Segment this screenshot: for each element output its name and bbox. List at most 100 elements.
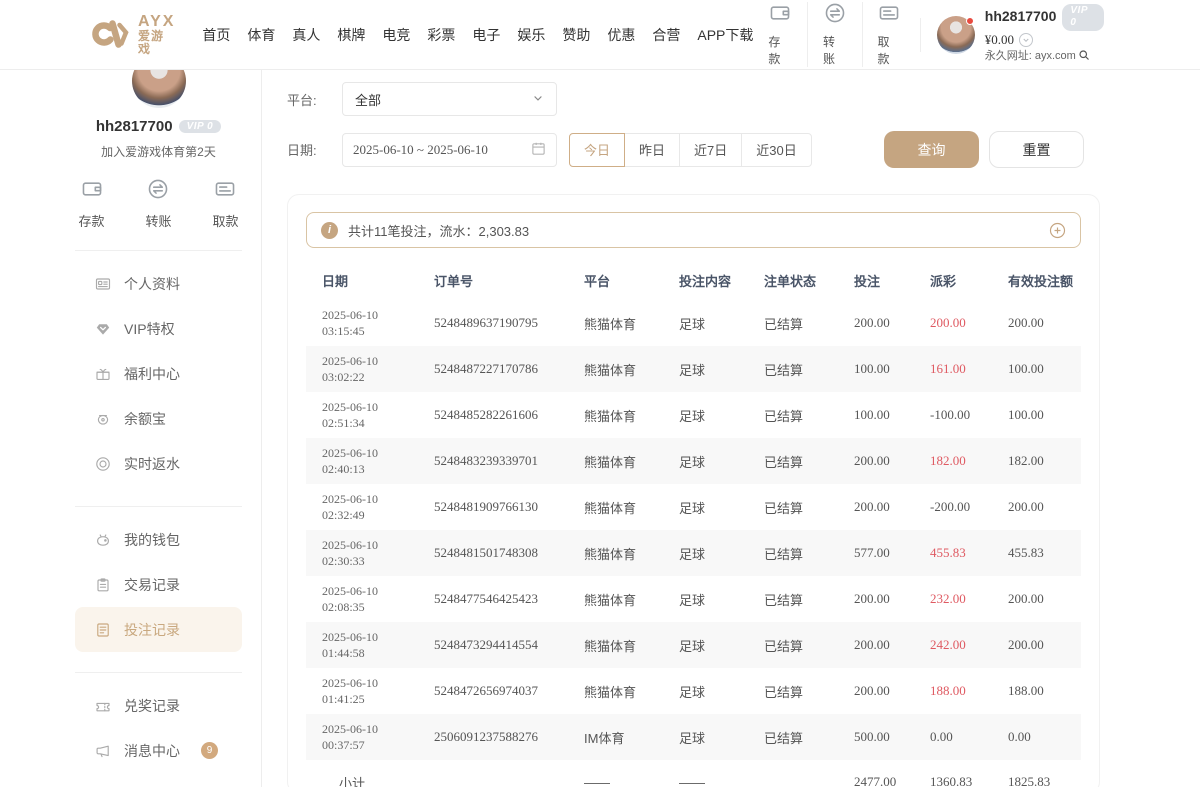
cell-platform: —— [584,775,679,787]
wallet-icon [81,178,103,205]
sidebar-item-my-wallet[interactable]: 我的钱包 [75,517,242,562]
sidebar-item-label: 实时返水 [124,454,180,474]
sidebar-item-message-center[interactable]: 消息中心9 [75,728,242,773]
date-range-input[interactable]: 2025-06-10 ~ 2025-06-10 [342,133,557,167]
sidebar-quick-actions: 存款转账取款 [79,178,239,230]
platform-select[interactable]: 全部 [342,82,557,116]
nav-item-promotions[interactable]: 优惠 [607,25,635,45]
cell-date: 2025-06-1002:40:13 [322,445,434,477]
cell-bet: 100.00 [854,361,930,377]
cell-valid: 200.00 [1008,499,1081,515]
cell-valid: 100.00 [1008,407,1081,423]
nav-item-lottery[interactable]: 彩票 [427,25,455,45]
nav-item-app-download[interactable]: APP下载 [697,25,753,45]
sidebar-item-vip-privileges[interactable]: VIP特权 [75,306,242,351]
nav-item-live[interactable]: 真人 [292,25,320,45]
nav-item-esports[interactable]: 电竞 [382,25,410,45]
sidebar-item-prize-records[interactable]: 兑奖记录 [75,683,242,728]
sidebar-item-welfare-center[interactable]: 福利中心 [75,351,242,396]
transfer-button[interactable]: 转账 [807,2,862,67]
column-header-2: 平台 [584,271,679,290]
cell-bet: 2477.00 [854,774,930,787]
sidebar-item-transaction-records[interactable]: 交易记录 [75,562,242,607]
sidebar-withdraw-button[interactable]: 取款 [212,178,238,230]
cell-platform: 熊猫体育 [584,360,679,379]
table-row: 2025-06-1002:30:335248481501748308熊猫体育足球… [306,530,1081,576]
brand-name-cn: 爱游戏 [138,30,176,55]
top-header: AYX 爱游戏 首页体育真人棋牌电竞彩票电子娱乐赞助优惠合营 APP下载 存款转账… [0,0,1200,70]
nav-item-slots[interactable]: 电子 [472,25,500,45]
rebate-icon [95,456,111,472]
quick-date-today[interactable]: 今日 [569,133,625,167]
brand-logo[interactable]: AYX 爱游戏 [88,14,176,56]
nav-item-sponsor[interactable]: 赞助 [562,25,590,45]
cell-date: 2025-06-1001:41:25 [322,675,434,707]
sidebar-item-realtime-rebate[interactable]: 实时返水 [75,441,242,486]
column-header-4: 注单状态 [764,271,854,290]
table-body: 2025-06-1003:15:455248489637190795熊猫体育足球… [306,300,1081,760]
cell-content: —— [679,775,764,787]
search-button[interactable]: 查询 [884,131,979,168]
idcard-icon [95,276,111,292]
cell-content: 足球 [679,682,764,701]
cell-status: 已结算 [764,728,854,747]
cell-status: 已结算 [764,360,854,379]
cell-payout: 188.00 [930,683,1008,699]
main-nav: 首页体育真人棋牌电竞彩票电子娱乐赞助优惠合营 APP下载 [202,25,753,45]
unread-count-badge: 9 [201,742,218,759]
nav-item-sports[interactable]: 体育 [247,25,275,45]
table-header-row: 日期订单号平台投注内容注单状态投注派彩有效投注额 [306,260,1081,300]
date-range-value: 2025-06-10 ~ 2025-06-10 [353,142,488,158]
clipboard-icon [95,577,111,593]
withdraw-button[interactable]: 取款 [862,2,917,67]
table-row: 2025-06-1002:51:345248485282261606熊猫体育足球… [306,392,1081,438]
megaphone-icon [95,743,111,759]
cell-order: 5248472656974037 [434,683,584,699]
cell-bet: 100.00 [854,407,930,423]
balance-refresh-icon[interactable] [1019,33,1033,47]
sidebar-item-bet-records[interactable]: 投注记录 [75,607,242,652]
cell-date: 2025-06-1002:30:33 [322,537,434,569]
platform-label: 平台: [287,90,342,109]
sidebar-item-yuebao[interactable]: 余额宝 [75,396,242,441]
transfer-icon [824,2,846,29]
deposit-button[interactable]: 存款 [753,2,807,67]
table-row: 2025-06-1001:44:585248473294414554熊猫体育足球… [306,622,1081,668]
cell-payout: 242.00 [930,637,1008,653]
quick-date-last-7-days[interactable]: 近7日 [679,133,742,167]
cell-content: 足球 [679,636,764,655]
withdraw-label: 取款 [212,211,238,230]
cell-content: 足球 [679,452,764,471]
table-subtotal-row: 小计————2477.001360.831825.83 [306,760,1081,787]
sidebar-vip-badge: VIP 0 [179,120,222,133]
cell-order: 5248489637190795 [434,315,584,331]
platform-filter-row: 平台: 全部 [287,82,1100,116]
sidebar-item-profile[interactable]: 个人资料 [75,261,242,306]
cell-valid: 455.83 [1008,545,1081,561]
expand-plus-icon[interactable] [1049,222,1066,239]
nav-item-entertainment[interactable]: 娱乐 [517,25,545,45]
sidebar-deposit-button[interactable]: 存款 [79,178,105,230]
column-header-6: 派彩 [930,271,1008,290]
nav-item-home[interactable]: 首页 [202,25,230,45]
date-label: 日期: [287,140,342,159]
balance: ¥0.00 [985,32,1014,48]
sidebar-transfer-button[interactable]: 转账 [145,178,171,230]
nav-item-board-games[interactable]: 棋牌 [337,25,365,45]
platform-select-value: 全部 [355,90,381,109]
sidebar-item-feedback[interactable]: 意见反馈 [75,773,242,787]
quick-date-last-30-days[interactable]: 近30日 [741,133,811,167]
cell-content: 足球 [679,360,764,379]
cell-bet: 200.00 [854,315,930,331]
cell-valid: 182.00 [1008,453,1081,469]
summary-bar: i 共计11笔投注，流水：2,303.83 [306,212,1081,248]
cell-content: 足球 [679,406,764,425]
quick-date-yesterday[interactable]: 昨日 [624,133,680,167]
table-row: 2025-06-1000:37:572506091237588276IM体育足球… [306,714,1081,760]
nav-item-affiliate[interactable]: 合营 [652,25,680,45]
reset-button[interactable]: 重置 [989,131,1084,168]
search-icon[interactable] [1078,49,1090,66]
cell-payout: -100.00 [930,407,1008,423]
avatar[interactable] [937,16,975,54]
column-header-3: 投注内容 [679,271,764,290]
